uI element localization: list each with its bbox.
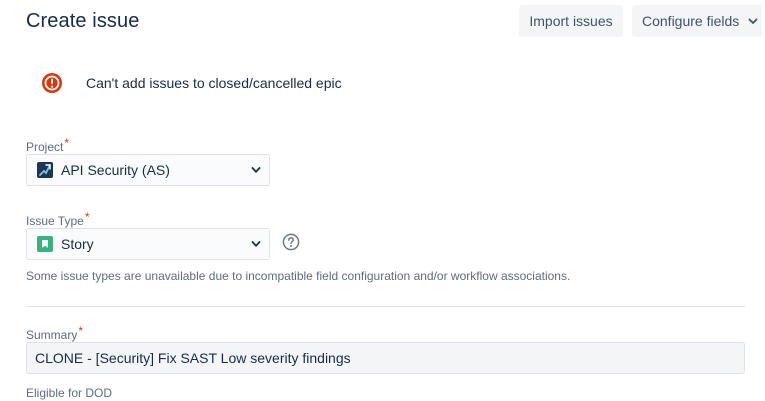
issue-type-label-text: Issue Type — [26, 214, 84, 228]
project-label: Project* — [26, 136, 69, 154]
project-value: API Security (AS) — [61, 162, 170, 178]
project-select[interactable]: API Security (AS) — [26, 154, 270, 186]
error-icon — [42, 73, 62, 93]
divider — [26, 306, 745, 307]
issue-type-value: Story — [61, 236, 94, 252]
project-label-text: Project — [26, 140, 64, 154]
required-indicator: * — [64, 136, 70, 150]
required-indicator: * — [78, 324, 84, 338]
issue-type-hint: Some issue types are unavailable due to … — [26, 269, 571, 283]
summary-label-text: Summary — [26, 328, 78, 342]
eligible-for-dod-label: Eligible for DOD — [26, 386, 113, 400]
chevron-down-icon — [748, 18, 758, 25]
issue-type-select[interactable]: Story — [26, 228, 270, 260]
chevron-down-icon — [251, 167, 261, 173]
configure-fields-button[interactable]: Configure fields — [632, 5, 762, 37]
chevron-down-icon — [251, 241, 261, 247]
summary-input[interactable]: CLONE - [Security] Fix SAST Low severity… — [26, 342, 745, 374]
help-icon[interactable] — [282, 233, 300, 251]
summary-label: Summary* — [26, 324, 83, 342]
configure-fields-label: Configure fields — [642, 13, 740, 29]
page-title: Create issue — [26, 10, 140, 32]
required-indicator: * — [84, 210, 90, 224]
import-issues-button[interactable]: Import issues — [519, 5, 623, 37]
story-icon — [37, 236, 53, 252]
issue-type-label: Issue Type* — [26, 210, 90, 228]
project-avatar-icon — [37, 162, 53, 178]
create-issue-dialog: Create issue Import issues Configure fie… — [0, 0, 765, 401]
error-message: Can't add issues to closed/cancelled epi… — [86, 75, 342, 91]
